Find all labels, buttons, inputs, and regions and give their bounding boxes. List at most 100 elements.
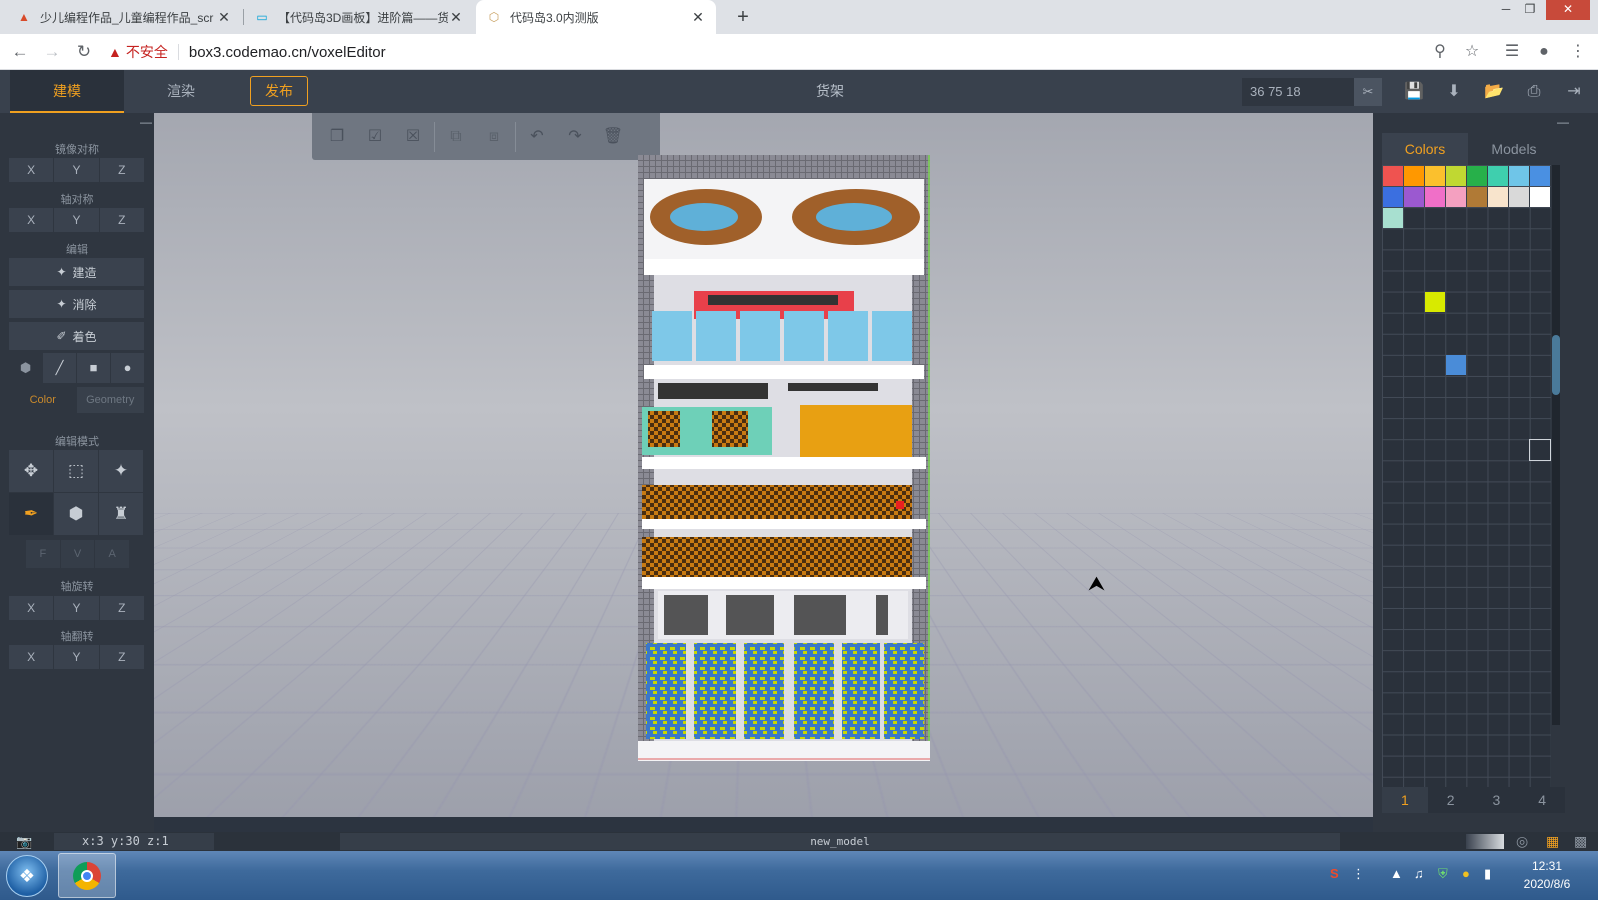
exit-icon[interactable]: ⇥ <box>1562 80 1586 104</box>
voxel-button[interactable]: V <box>60 540 95 568</box>
square-icon[interactable]: ■ <box>77 353 110 383</box>
delete-selection-icon[interactable]: ⬢ <box>54 493 98 535</box>
address-bar[interactable]: ▲ 不安全 box3.codemao.cn/voxelEditor <box>108 39 1488 65</box>
palette-scrollbar[interactable] <box>1552 165 1560 725</box>
background-gradient-swatch[interactable] <box>1466 834 1504 849</box>
sogou-ime-icon[interactable]: S <box>1330 866 1339 881</box>
symmetry-z-button[interactable]: Z <box>99 208 144 232</box>
security-shield-icon[interactable]: ⛨ <box>1438 866 1448 882</box>
geometry-mode-button[interactable]: Geometry <box>76 387 144 413</box>
new-tab-button[interactable]: + <box>731 5 755 29</box>
tray-expand-icon[interactable]: ▲ <box>1390 866 1403 881</box>
move-icon[interactable]: ✥ <box>9 450 53 492</box>
rotate-z-button[interactable]: Z <box>99 596 144 620</box>
volume-icon[interactable]: ♫ <box>1414 866 1424 881</box>
tab-colors[interactable]: Colors <box>1382 133 1468 165</box>
star-icon[interactable]: ☆ <box>1460 40 1484 64</box>
mirror-z-button[interactable]: Z <box>99 158 144 182</box>
download-icon[interactable]: ⬇ <box>1442 80 1466 104</box>
rotate-x-button[interactable]: X <box>9 596 54 620</box>
collapse-left-icon[interactable]: — <box>140 115 152 129</box>
mirror-x-button[interactable]: X <box>9 158 54 182</box>
resize-icon[interactable]: ✂ <box>1354 78 1382 106</box>
media-icon[interactable]: ☰ <box>1500 40 1524 64</box>
profile-icon[interactable]: ● <box>1532 40 1556 64</box>
copy-icon[interactable]: ❐ <box>318 118 356 156</box>
color-swatch[interactable] <box>1424 186 1445 207</box>
undo-icon[interactable]: ↶ <box>518 118 556 156</box>
page-tab-4[interactable]: 4 <box>1519 787 1565 813</box>
minimize-icon[interactable]: ─ <box>1496 0 1516 20</box>
scrollbar-thumb[interactable] <box>1552 335 1560 395</box>
paint-button[interactable]: ✐ 着色 <box>9 322 144 350</box>
restore-icon[interactable]: ❐ <box>1520 0 1540 20</box>
color-swatch[interactable] <box>1466 186 1487 207</box>
camera-icon[interactable]: 📷 <box>16 832 32 851</box>
symmetry-x-button[interactable]: X <box>9 208 54 232</box>
circle-icon[interactable]: ● <box>111 353 144 383</box>
folder-open-icon[interactable]: 📂 <box>1482 80 1506 104</box>
color-palette-grid[interactable] <box>1382 165 1551 787</box>
collapse-right-icon[interactable]: — <box>1557 115 1569 129</box>
color-swatch[interactable] <box>1403 165 1424 186</box>
color-swatch[interactable] <box>1445 165 1466 186</box>
color-mode-button[interactable]: Color <box>9 387 77 413</box>
color-swatch[interactable] <box>1382 186 1403 207</box>
reload-icon[interactable]: ↻ <box>72 40 96 64</box>
publish-button[interactable]: 发布 <box>250 76 308 106</box>
windows-start-icon[interactable]: ❖ <box>6 855 48 897</box>
color-swatch[interactable] <box>1445 186 1466 207</box>
tab-models[interactable]: Models <box>1473 133 1555 165</box>
model-dimensions-input[interactable]: 36 75 18 <box>1242 78 1356 106</box>
taskbar-clock[interactable]: 12:31 2020/8/6 <box>1512 857 1582 893</box>
flip-x-button[interactable]: X <box>9 645 54 669</box>
target-icon[interactable]: ◎ <box>1516 832 1528 851</box>
browser-tab-1[interactable]: ▲ 少儿编程作品_儿童编程作品_scr ✕ <box>6 0 242 34</box>
face-button[interactable]: F <box>26 540 60 568</box>
color-swatch[interactable] <box>1488 165 1508 186</box>
color-swatch[interactable] <box>1509 165 1530 186</box>
color-swatch[interactable] <box>1382 165 1403 186</box>
voxel-shelf-model[interactable] <box>638 155 930 761</box>
taskbar-chrome-button[interactable] <box>58 853 116 898</box>
tab-modeling[interactable]: 建模 <box>10 70 124 113</box>
close-icon[interactable]: ✕ <box>690 9 706 26</box>
merge-icon[interactable]: ⧈ <box>475 118 513 156</box>
trash-icon[interactable]: 🗑 <box>594 118 632 156</box>
select-box-icon[interactable]: ⬚ <box>54 450 98 492</box>
tab-render[interactable]: 渲染 <box>124 70 238 113</box>
eyedropper-icon[interactable]: ✒ <box>9 493 53 535</box>
color-swatch[interactable] <box>1424 292 1445 313</box>
grid-small-icon[interactable]: ▩ <box>1574 832 1587 851</box>
all-button[interactable]: A <box>95 540 130 568</box>
close-icon[interactable]: ✕ <box>216 9 232 26</box>
color-swatch[interactable] <box>1424 165 1445 186</box>
line-icon[interactable]: ╱ <box>43 353 76 383</box>
signal-icon[interactable]: ▮ <box>1484 866 1491 882</box>
save-icon[interactable]: 💾 <box>1402 80 1426 104</box>
color-swatch[interactable] <box>1403 186 1424 207</box>
flip-y-button[interactable]: Y <box>54 645 99 669</box>
keyboard-icon[interactable]: ⋮ <box>1352 866 1365 882</box>
rotate-y-button[interactable]: Y <box>54 596 99 620</box>
cut-icon[interactable]: ☒ <box>394 118 432 156</box>
close-window-icon[interactable]: ✕ <box>1546 0 1590 20</box>
cube-icon[interactable]: ⬢ <box>9 353 42 383</box>
grid-icon[interactable]: ▦ <box>1546 832 1559 851</box>
color-swatch[interactable] <box>1382 207 1403 228</box>
build-button[interactable]: ✦ 建造 <box>9 258 144 286</box>
browser-tab-3-active[interactable]: ⬡ 代码岛3.0内测版 ✕ <box>476 0 716 34</box>
back-icon[interactable]: ← <box>8 40 32 64</box>
current-color-preview[interactable] <box>1529 439 1551 461</box>
color-swatch[interactable] <box>1509 186 1530 207</box>
print-icon[interactable]: ⎙ <box>1522 80 1546 104</box>
color-swatch[interactable] <box>1445 355 1466 376</box>
erase-button[interactable]: ✦ 消除 <box>9 290 144 318</box>
color-swatch[interactable] <box>1488 186 1508 207</box>
model-name-field[interactable]: new_model <box>340 833 1340 850</box>
page-tab-3[interactable]: 3 <box>1473 787 1520 813</box>
menu-icon[interactable]: ⋮ <box>1566 40 1590 64</box>
mirror-y-button[interactable]: Y <box>54 158 99 182</box>
redo-icon[interactable]: ↷ <box>556 118 594 156</box>
fill-bucket-icon[interactable]: ♜ <box>99 493 143 535</box>
